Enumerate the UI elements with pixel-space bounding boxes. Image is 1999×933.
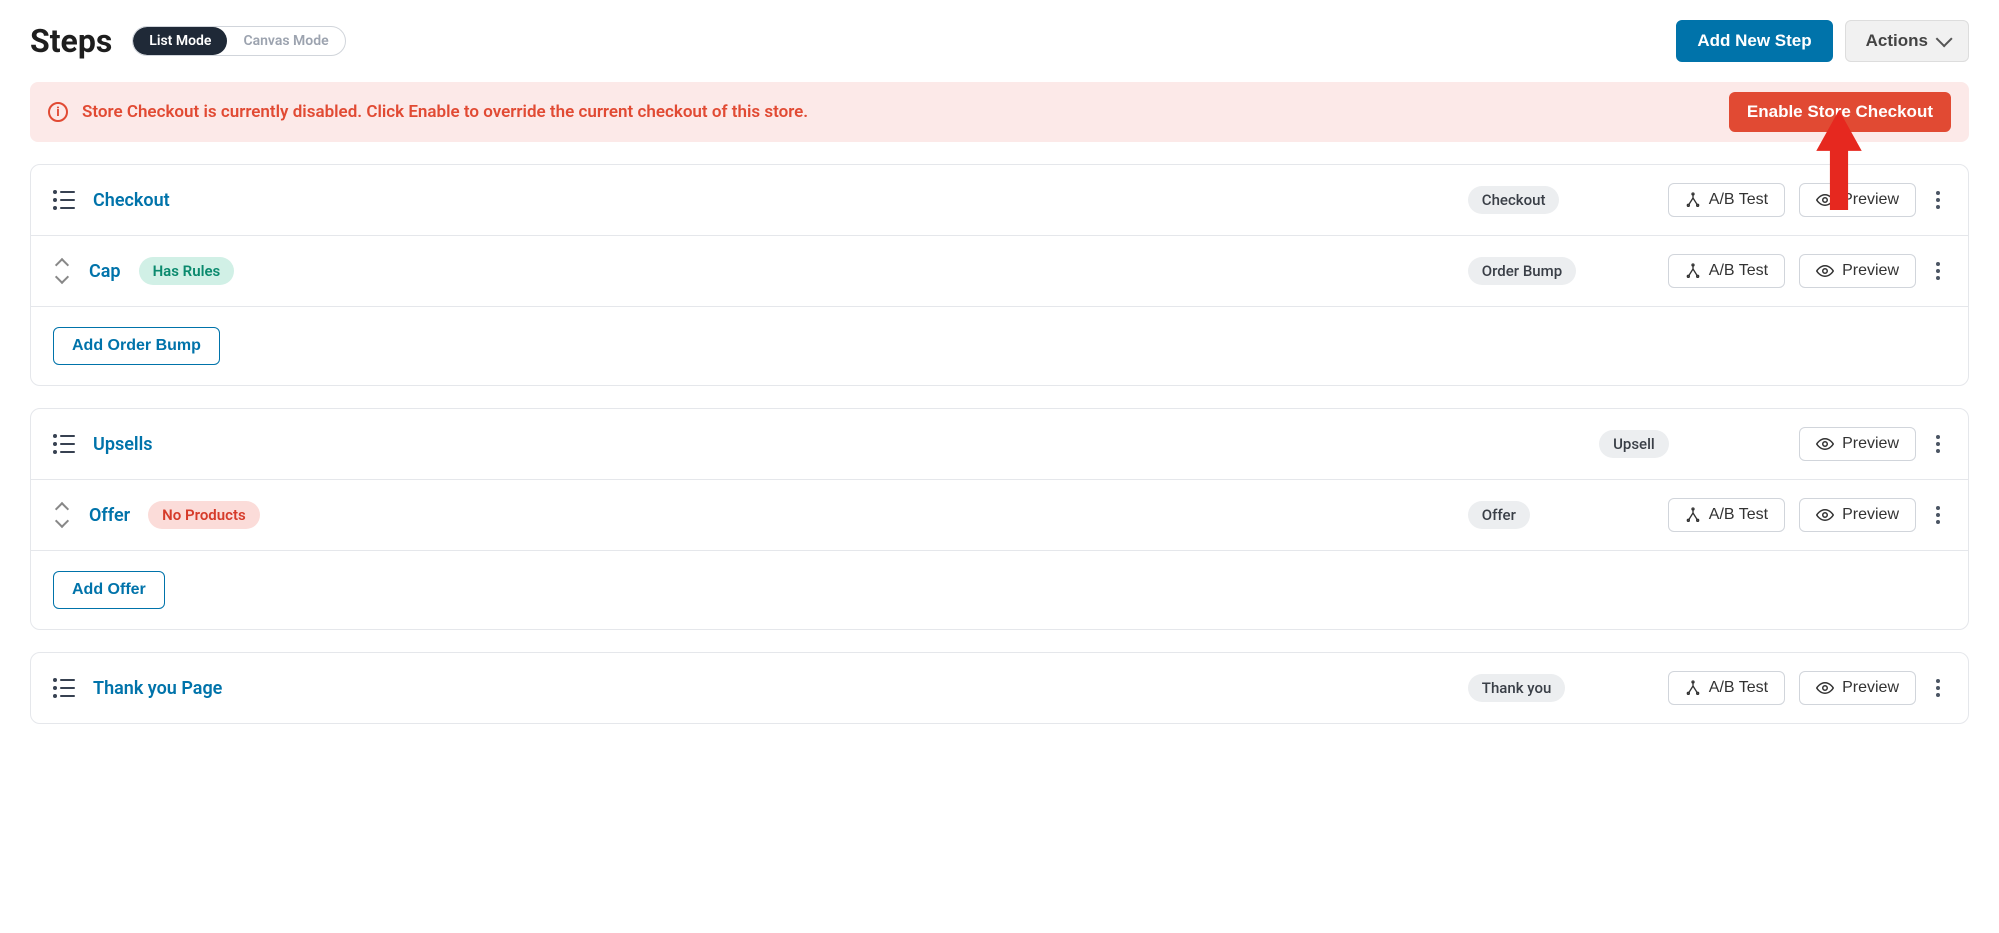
eye-icon <box>1816 191 1834 209</box>
preview-button[interactable]: Preview <box>1799 671 1916 705</box>
preview-label: Preview <box>1842 262 1899 280</box>
badge-thankyou: Thank you <box>1468 674 1566 702</box>
more-menu-button[interactable] <box>1930 185 1946 215</box>
step-link-cap[interactable]: Cap <box>89 261 121 282</box>
header-right: Add New Step Actions <box>1676 20 1969 62</box>
enable-store-checkout-button[interactable]: Enable Store Checkout <box>1729 92 1951 132</box>
mode-list-button[interactable]: List Mode <box>133 27 227 55</box>
preview-button[interactable]: Preview <box>1799 183 1916 217</box>
eye-icon <box>1816 262 1834 280</box>
chevron-down-icon <box>1936 30 1953 47</box>
preview-label: Preview <box>1842 506 1899 524</box>
eye-icon <box>1816 679 1834 697</box>
ab-test-label: A/B Test <box>1709 191 1768 209</box>
badge-no-products: No Products <box>148 501 260 529</box>
add-order-bump-button[interactable]: Add Order Bump <box>53 327 220 365</box>
ab-test-button[interactable]: A/B Test <box>1668 254 1785 288</box>
preview-label: Preview <box>1842 191 1899 209</box>
mode-toggle: List Mode Canvas Mode <box>132 26 345 56</box>
alert-text: Store Checkout is currently disabled. Cl… <box>82 102 808 122</box>
step-card-upsells: Upsells Upsell Preview Offer No Products… <box>30 408 1969 630</box>
badge-order-bump: Order Bump <box>1468 257 1576 285</box>
more-menu-button[interactable] <box>1930 673 1946 703</box>
badge-has-rules: Has Rules <box>139 257 235 285</box>
ab-test-icon <box>1685 263 1701 279</box>
step-row-cap: Cap Has Rules Order Bump A/B Test Previe… <box>31 236 1968 307</box>
actions-label: Actions <box>1866 31 1928 51</box>
preview-label: Preview <box>1842 679 1899 697</box>
step-card-thankyou: Thank you Page Thank you A/B Test Previe… <box>30 652 1969 724</box>
preview-button[interactable]: Preview <box>1799 254 1916 288</box>
more-menu-button[interactable] <box>1930 429 1946 459</box>
ab-test-icon <box>1685 507 1701 523</box>
page-title: Steps <box>30 22 112 60</box>
list-icon <box>53 678 75 698</box>
eye-icon <box>1816 506 1834 524</box>
info-icon: i <box>48 102 68 122</box>
badge-offer: Offer <box>1468 501 1530 529</box>
ab-test-button[interactable]: A/B Test <box>1668 671 1785 705</box>
badge-checkout: Checkout <box>1468 186 1560 214</box>
step-row-upsells-header: Upsells Upsell Preview <box>31 409 1968 480</box>
header-left: Steps List Mode Canvas Mode <box>30 22 346 60</box>
reorder-handle[interactable] <box>53 260 71 282</box>
alert-banner: i Store Checkout is currently disabled. … <box>30 82 1969 142</box>
ab-test-icon <box>1685 192 1701 208</box>
add-order-bump-row: Add Order Bump <box>31 307 1968 385</box>
list-icon <box>53 434 75 454</box>
actions-dropdown-button[interactable]: Actions <box>1845 20 1969 62</box>
ab-test-icon <box>1685 680 1701 696</box>
preview-button[interactable]: Preview <box>1799 498 1916 532</box>
ab-test-button[interactable]: A/B Test <box>1668 498 1785 532</box>
eye-icon <box>1816 435 1834 453</box>
step-link-upsells[interactable]: Upsells <box>93 434 153 455</box>
ab-test-label: A/B Test <box>1709 262 1768 280</box>
page-header: Steps List Mode Canvas Mode Add New Step… <box>30 20 1969 62</box>
ab-test-label: A/B Test <box>1709 506 1768 524</box>
step-link-thankyou[interactable]: Thank you Page <box>93 678 222 699</box>
ab-test-label: A/B Test <box>1709 679 1768 697</box>
mode-canvas-button[interactable]: Canvas Mode <box>227 27 344 55</box>
add-new-step-button[interactable]: Add New Step <box>1676 20 1832 62</box>
preview-label: Preview <box>1842 435 1899 453</box>
list-icon <box>53 190 75 210</box>
more-menu-button[interactable] <box>1930 256 1946 286</box>
add-offer-row: Add Offer <box>31 551 1968 629</box>
alert-left: i Store Checkout is currently disabled. … <box>48 102 808 122</box>
step-link-offer[interactable]: Offer <box>89 505 130 526</box>
step-card-checkout: Checkout Checkout A/B Test Preview Cap H… <box>30 164 1969 386</box>
more-menu-button[interactable] <box>1930 500 1946 530</box>
ab-test-button[interactable]: A/B Test <box>1668 183 1785 217</box>
step-row-thankyou: Thank you Page Thank you A/B Test Previe… <box>31 653 1968 723</box>
add-offer-button[interactable]: Add Offer <box>53 571 165 609</box>
step-row-checkout-header: Checkout Checkout A/B Test Preview <box>31 165 1968 236</box>
preview-button[interactable]: Preview <box>1799 427 1916 461</box>
badge-upsell: Upsell <box>1599 430 1669 458</box>
step-link-checkout[interactable]: Checkout <box>93 190 170 211</box>
step-row-offer: Offer No Products Offer A/B Test Preview <box>31 480 1968 551</box>
reorder-handle[interactable] <box>53 504 71 526</box>
